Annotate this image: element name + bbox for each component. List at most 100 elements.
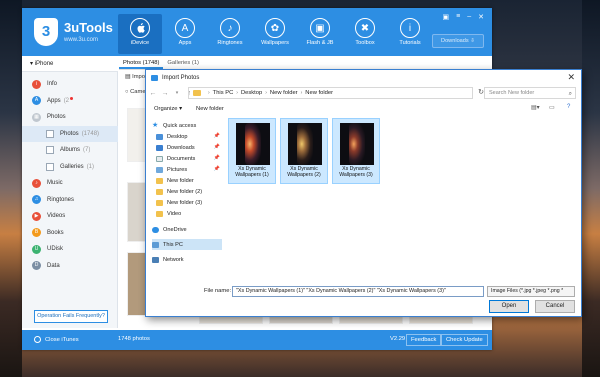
minimize-icon[interactable]: –: [467, 13, 471, 21]
nav-idevice[interactable]: iDevice: [118, 14, 162, 54]
chevron-down-icon[interactable]: ▾: [172, 90, 182, 96]
nav-ringtones[interactable]: ♪ Ringtones: [208, 14, 252, 54]
file-name-label: File name:: [204, 288, 232, 294]
status-bar: Close iTunes 1748 photos V2.29 Feedback …: [22, 330, 492, 350]
box-icon: ▣: [310, 18, 330, 38]
sidebar-item-photos-all[interactable]: Photos (1748): [22, 125, 118, 142]
nav-quick-access[interactable]: ★ Quick access: [152, 120, 222, 131]
breadcrumb-new-folder-current[interactable]: New folder: [305, 90, 333, 96]
dialog-title: Import Photos: [162, 74, 200, 81]
file-item[interactable]: Xs Dynamic Wallpapers (3): [332, 118, 380, 184]
pin-icon: 📌: [213, 155, 220, 161]
nav-onedrive[interactable]: OneDrive: [152, 224, 222, 235]
window-controls: ▣ ≡ – ✕: [443, 13, 485, 21]
nav-pictures[interactable]: Pictures 📌: [152, 164, 222, 175]
breadcrumb-this-pc[interactable]: This PC: [213, 90, 234, 96]
logo-icon: 3: [34, 18, 58, 46]
help-icon[interactable]: ?: [567, 104, 570, 110]
brand-name: 3uTools: [64, 20, 113, 35]
star-icon: ★: [152, 121, 159, 129]
main-nav: iDevice A Apps ♪ Ringtones ✿ Wallpapers …: [118, 14, 433, 54]
brand-url: www.3u.com: [64, 37, 99, 43]
app-header: 3 3uTools www.3u.com iDevice A Apps ♪ Ri…: [22, 8, 492, 56]
cloud-icon: [152, 226, 159, 233]
back-arrow-icon[interactable]: ←: [148, 90, 158, 97]
file-item[interactable]: Xs Dynamic Wallpapers (2): [280, 118, 328, 184]
sidebar-item-udisk[interactable]: U UDisk: [22, 241, 118, 258]
sidebar-item-music[interactable]: ♪ Music: [22, 175, 118, 192]
downloads-button[interactable]: Downloads ⇩: [432, 34, 484, 48]
search-input[interactable]: Search New folder ⌕: [484, 87, 576, 99]
breadcrumb-desktop[interactable]: Desktop: [241, 90, 262, 96]
nav-documents[interactable]: Documents 📌: [152, 153, 222, 164]
desktop-wallpaper-left: [0, 0, 22, 377]
apple-icon: [130, 18, 150, 38]
sidebar-item-data[interactable]: D Data: [22, 258, 118, 275]
nav-new-folder[interactable]: New folder: [152, 175, 222, 186]
sidebar-item-videos[interactable]: ▶ Videos: [22, 208, 118, 225]
preview-pane-icon[interactable]: ▭: [549, 104, 555, 111]
file-item[interactable]: Xs Dynamic Wallpapers (1): [228, 118, 276, 184]
nav-apps[interactable]: A Apps: [163, 14, 207, 54]
power-icon: [34, 336, 41, 343]
sidebar-item-books[interactable]: B Books: [22, 225, 118, 242]
address-bar[interactable]: › This PC › Desktop › New folder › New f…: [188, 87, 473, 99]
nav-new-folder-3[interactable]: New folder (3): [152, 197, 222, 208]
nav-toolbox[interactable]: ✖ Toolbox: [343, 14, 387, 54]
info-icon: i: [400, 18, 420, 38]
app-icon: [151, 74, 158, 81]
nav-flash-jb[interactable]: ▣ Flash & JB: [298, 14, 342, 54]
pin-icon: 📌: [213, 133, 220, 139]
forward-arrow-icon[interactable]: →: [160, 90, 170, 97]
sidebar-item-galleries[interactable]: Galleries (1): [22, 159, 118, 176]
photo-count: 1748 photos: [118, 336, 150, 342]
pin-icon: 📌: [213, 166, 220, 172]
sidebar-item-apps[interactable]: A Apps (2: [22, 93, 118, 110]
network-icon: [152, 256, 159, 263]
organize-menu[interactable]: Organize ▾: [154, 106, 182, 112]
tab-photos[interactable]: Photos (1748): [119, 56, 164, 69]
nav-wallpapers[interactable]: ✿ Wallpapers: [253, 14, 297, 54]
sidebar-list: i Info A Apps (2 ▦ Photos Photos (1748) …: [22, 76, 118, 274]
view-options-icon[interactable]: ▤▾: [531, 104, 540, 111]
feedback-button[interactable]: Feedback: [406, 334, 442, 346]
sidebar-item-info[interactable]: i Info: [22, 76, 118, 93]
sidebar-item-albums[interactable]: Albums (7): [22, 142, 118, 159]
new-folder-button[interactable]: New folder: [196, 106, 224, 112]
close-itunes-button[interactable]: Close iTunes: [34, 336, 79, 343]
device-header[interactable]: ▾ iPhone: [22, 56, 118, 72]
nav-this-pc[interactable]: This PC: [152, 239, 222, 250]
video-icon: ▶: [32, 211, 41, 221]
content-tabs: Photos (1748) Galleries (1): [119, 56, 492, 70]
operation-fails-button[interactable]: Operation Fails Frequently?: [34, 310, 108, 323]
navigation-pane: ★ Quick access Desktop 📌 Downloads 📌 Doc…: [152, 120, 222, 286]
toolbox-icon: ✖: [355, 18, 375, 38]
nav-tutorials[interactable]: i Tutorials: [388, 14, 432, 54]
file-name-field[interactable]: "Xs Dynamic Wallpapers (1)" "Xs Dynamic …: [232, 286, 484, 297]
nav-video[interactable]: Video: [152, 208, 222, 219]
check-update-button[interactable]: Check Update: [441, 334, 488, 346]
apps-icon: A: [175, 18, 195, 38]
address-row: ← → ▾ ↑ › This PC › Desktop › New folder…: [146, 85, 581, 101]
sidebar-item-photos[interactable]: ▦ Photos: [22, 109, 118, 126]
open-button[interactable]: Open: [489, 300, 529, 313]
tab-galleries[interactable]: Galleries (1): [163, 56, 203, 69]
breadcrumb-new-folder[interactable]: New folder: [270, 90, 298, 96]
desktop-wallpaper-right: [582, 0, 600, 377]
camera-roll-option[interactable]: ○ Came: [125, 89, 146, 95]
sidebar-item-ringtones[interactable]: ♫ Ringtones: [22, 192, 118, 209]
nav-new-folder-2[interactable]: New folder (2): [152, 186, 222, 197]
file-thumbnail: [236, 123, 270, 165]
nav-desktop[interactable]: Desktop 📌: [152, 131, 222, 142]
cancel-button[interactable]: Cancel: [535, 300, 575, 313]
settings-icon[interactable]: ▣: [443, 13, 450, 21]
nav-network[interactable]: Network: [152, 254, 222, 265]
photo-icon: [46, 129, 54, 138]
file-type-select[interactable]: Image Files (*.jpg *.jpeg *.png *: [487, 286, 575, 297]
download-icon: [156, 144, 163, 151]
nav-downloads[interactable]: Downloads 📌: [152, 142, 222, 153]
import-button[interactable]: ▤ Impo: [125, 74, 145, 80]
menu-icon[interactable]: ≡: [456, 13, 460, 21]
close-icon[interactable]: ✕: [478, 13, 484, 21]
close-icon[interactable]: ✕: [567, 72, 575, 82]
